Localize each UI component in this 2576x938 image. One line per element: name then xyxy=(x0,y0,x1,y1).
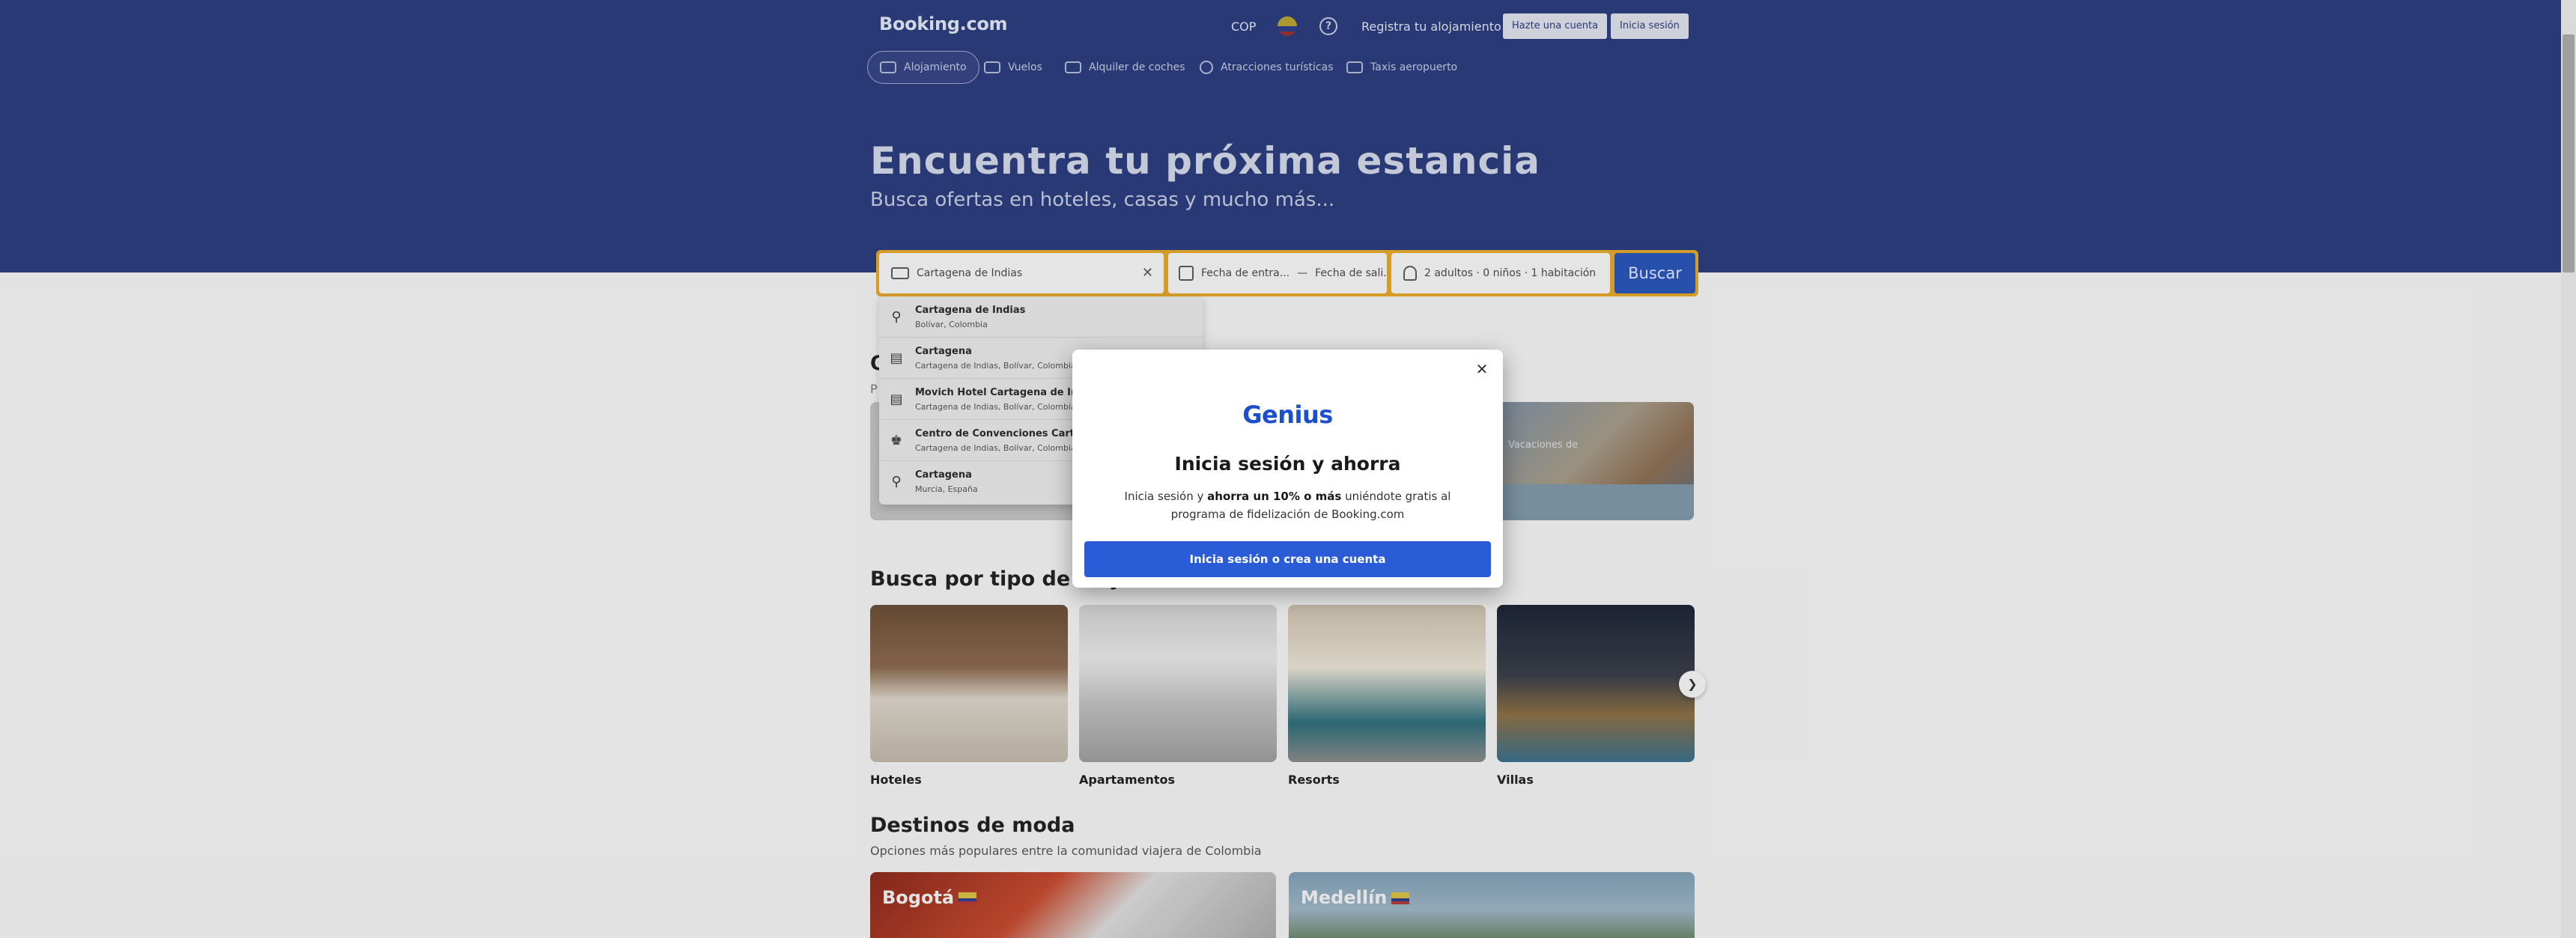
close-icon[interactable]: ✕ xyxy=(1473,360,1491,378)
genius-signin-modal: ✕ Genius Inicia sesión y ahorra Inicia s… xyxy=(1072,350,1503,588)
modal-title: Inicia sesión y ahorra xyxy=(1174,453,1401,475)
signin-or-create-account-button[interactable]: Inicia sesión o crea una cuenta xyxy=(1084,541,1491,577)
modal-description: Inicia sesión y ahorra un 10% o más unié… xyxy=(1124,490,1451,521)
genius-logo: Genius xyxy=(1242,401,1333,429)
